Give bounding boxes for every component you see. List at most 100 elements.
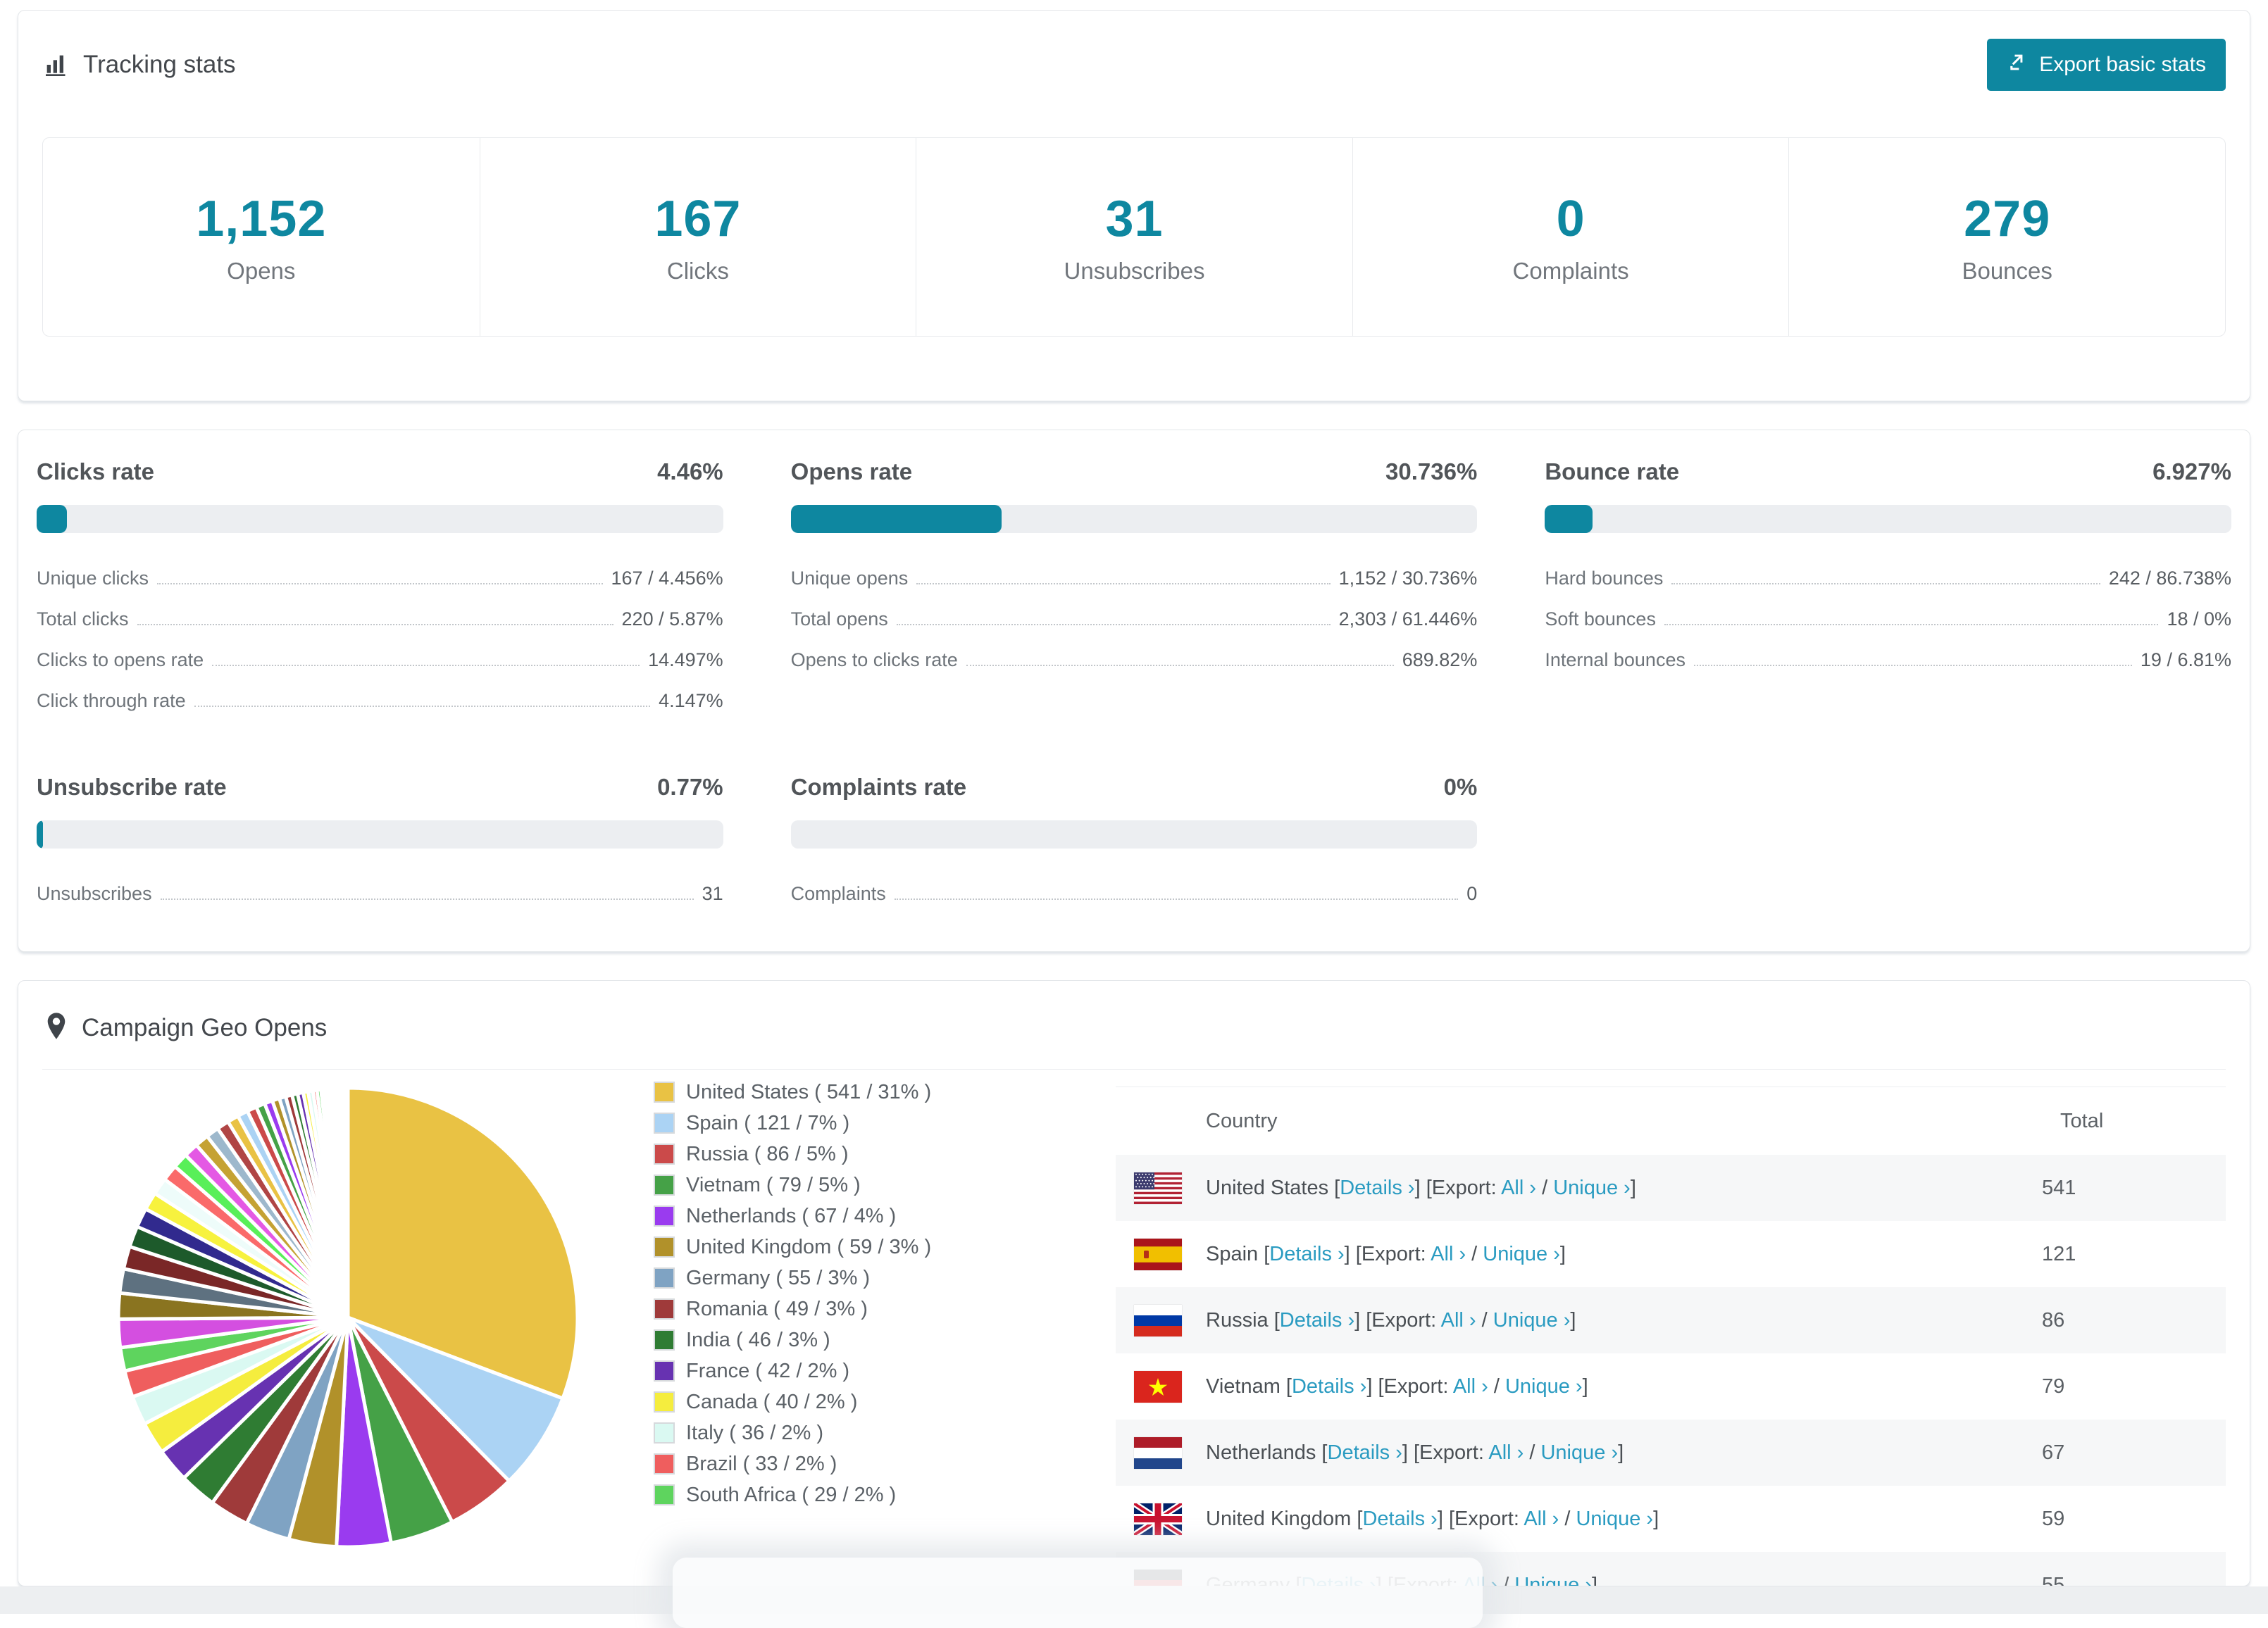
geo-table-row-us: United States [Details ›] [Export: All ›… [1116,1155,2226,1221]
geo-pie-chart [110,1072,586,1569]
export-icon [2007,51,2029,79]
export-unique-link[interactable]: Unique › [1493,1309,1571,1332]
legend-swatch [654,1206,675,1227]
rate-detail-label: Total clicks [37,608,129,630]
rate-section-bounce-rate: Bounce rate 6.927% Hard bounces 242 / 86.73… [1545,458,2231,729]
pie-slice [345,1086,350,1318]
export-all-link[interactable]: All › [1488,1441,1524,1464]
dotted-leader [137,624,613,625]
rate-detail-label: Click through rate [37,690,186,711]
dotted-leader [160,898,694,900]
summary-stats-row: 1,152 Opens 167 Clicks 31 Unsubscribes 0 Compla… [42,137,2226,337]
rate-progress-track [790,820,1478,849]
legend-swatch [654,1175,675,1196]
export-all-link[interactable]: All › [1524,1508,1559,1530]
rate-detail-value: 0 [1466,883,1478,904]
rate-value: 6.927% [2152,458,2231,484]
country-cell: United Kingdom [Details ›] [Export: All … [1206,1507,1659,1530]
country-cell: Russia [Details ›] [Export: All › / Uniq… [1206,1308,1576,1332]
export-unique-link[interactable]: Unique › [1553,1177,1631,1199]
summary-cell-opens: 1,152 Opens [43,138,480,336]
geo-table-header-row: Country Total [1116,1087,2226,1155]
rate-detail-label: Internal bounces [1545,649,1686,670]
legend-item: Germany ( 55 / 3% ) [654,1263,1079,1294]
rate-value: 0% [1443,774,1478,800]
details-link[interactable]: Details › [1280,1309,1354,1332]
rate-progress-fill [37,820,43,849]
rate-section-clicks-rate: Clicks rate 4.46% Unique clicks 167 / 4.456… [37,458,723,729]
legend-label: South Africa ( 29 / 2% ) [686,1483,897,1506]
summary-cell-clicks: 167 Clicks [479,138,916,336]
export-all-link[interactable]: All › [1431,1243,1466,1265]
legend-label: Germany ( 55 / 3% ) [686,1266,871,1289]
details-link[interactable]: Details › [1362,1508,1437,1530]
us-flag-icon [1134,1172,1182,1204]
legend-swatch [654,1298,675,1320]
export-unique-link[interactable]: Unique › [1505,1375,1583,1398]
rate-detail-value: 167 / 4.456% [611,568,723,589]
rate-detail-label: Total opens [790,608,888,630]
rate-detail-row: Unique clicks 167 / 4.456% [37,565,723,589]
bar-chart-icon [42,51,70,79]
summary-cell-unsubscribes: 31 Unsubscribes [916,138,1352,336]
legend-item: Netherlands ( 67 / 4% ) [654,1201,1079,1232]
legend-label: Netherlands ( 67 / 4% ) [686,1204,897,1227]
legend-swatch [654,1082,675,1103]
legend-label: Romania ( 49 / 3% ) [686,1297,868,1320]
export-basic-stats-button[interactable]: Export basic stats [1987,39,2226,91]
rate-progress-track [37,820,723,849]
dotted-leader [1693,665,2132,666]
dotted-leader [1671,583,2100,584]
legend-label: France ( 42 / 2% ) [686,1359,850,1382]
details-link[interactable]: Details › [1340,1177,1414,1199]
legend-swatch [654,1391,675,1413]
rate-title: Unsubscribe rate [37,774,227,800]
geo-table-row-nl: Netherlands [Details ›] [Export: All › /… [1116,1420,2226,1486]
rate-detail-value: 242 / 86.738% [2108,568,2231,589]
legend-item: Canada ( 40 / 2% ) [654,1386,1079,1417]
export-unique-link[interactable]: Unique › [1540,1441,1618,1464]
ru-flag-icon [1134,1304,1182,1336]
export-all-link[interactable]: All › [1441,1309,1476,1332]
export-unique-link[interactable]: Unique › [1514,1574,1592,1586]
tracking-stats-card: Tracking stats Export basic stats 1,152 O… [18,10,2250,401]
geo-table-row-es: Spain [Details ›] [Export: All › / Uniqu… [1116,1221,2226,1287]
details-link[interactable]: Details › [1292,1375,1366,1398]
rate-progress-fill [1545,505,1593,533]
total-cell: 55 [2042,1573,2065,1586]
geo-table: Country Total United States [Details ›] [E… [1116,1087,2226,1586]
export-all-link[interactable]: All › [1501,1177,1536,1199]
total-cell: 86 [2042,1308,2065,1332]
rate-title: Complaints rate [790,774,967,800]
details-link[interactable]: Details › [1269,1243,1344,1265]
total-cell: 79 [2042,1375,2065,1398]
dotted-leader [194,706,651,707]
details-link[interactable]: Details › [1328,1441,1402,1464]
geo-opens-card: Campaign Geo Opens United States ( 541 /… [18,980,2250,1586]
rate-detail-row: Click through rate 4.147% [37,688,723,712]
legend-swatch [654,1329,675,1351]
summary-value: 1,152 [196,190,327,247]
rate-detail-label: Clicks to opens rate [37,649,204,670]
dotted-leader [966,665,1394,666]
country-cell: Spain [Details ›] [Export: All › / Uniqu… [1206,1242,1566,1265]
legend-label: United Kingdom ( 59 / 3% ) [686,1235,932,1258]
geo-table-row-vn: Vietnam [Details ›] [Export: All › / Uni… [1116,1353,2226,1420]
rate-progress-track [1545,505,2231,533]
legend-label: Brazil ( 33 / 2% ) [686,1452,837,1475]
summary-label: Unsubscribes [1064,257,1205,284]
rate-detail-row: Total clicks 220 / 5.87% [37,606,723,630]
export-unique-link[interactable]: Unique › [1576,1508,1653,1530]
nl-flag-icon [1134,1436,1182,1469]
summary-label: Bounces [1962,257,2052,284]
rate-detail-label: Complaints [790,883,886,904]
rate-section-complaints-rate: Complaints rate 0% Complaints 0 [790,774,1478,922]
legend-item: Vietnam ( 79 / 5% ) [654,1170,1079,1201]
country-cell: Vietnam [Details ›] [Export: All › / Uni… [1206,1375,1588,1398]
rate-detail-row: Clicks to opens rate 14.497% [37,647,723,671]
legend-swatch [654,1113,675,1134]
export-unique-link[interactable]: Unique › [1483,1243,1560,1265]
export-all-link[interactable]: All › [1453,1375,1488,1398]
legend-swatch [654,1236,675,1258]
rate-value: 0.77% [657,774,723,800]
